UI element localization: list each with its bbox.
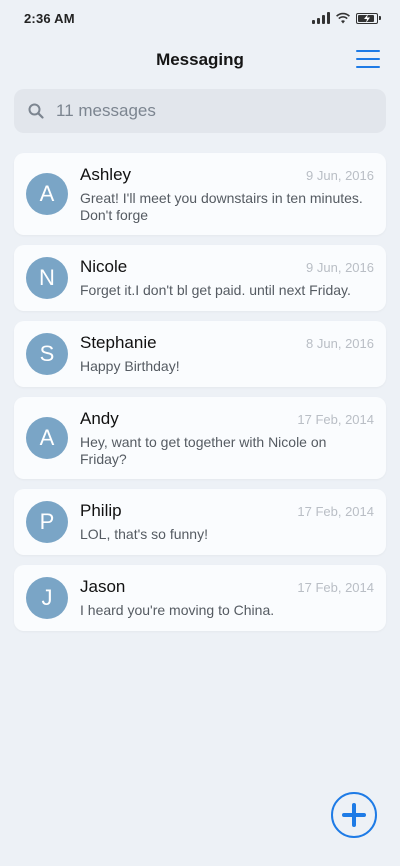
message-preview: LOL, that's so funny! — [80, 526, 208, 542]
message-sender: Philip — [80, 501, 122, 520]
plus-icon — [342, 803, 366, 827]
compose-button[interactable] — [331, 792, 377, 838]
avatar: A — [26, 173, 68, 215]
message-date: 17 Feb, 2014 — [297, 412, 374, 427]
message-date: 8 Jun, 2016 — [306, 336, 374, 351]
status-time: 2:36 AM — [24, 10, 75, 26]
message-item[interactable]: N Nicole 9 Jun, 2016 Forget it.I don't b… — [14, 245, 386, 311]
message-date: 9 Jun, 2016 — [306, 168, 374, 183]
wifi-icon — [336, 12, 350, 24]
avatar: J — [26, 577, 68, 619]
battery-icon — [356, 12, 381, 24]
search-bar[interactable] — [14, 89, 386, 133]
message-item[interactable]: A Andy 17 Feb, 2014 Hey, want to get tog… — [14, 397, 386, 479]
message-sender: Andy — [80, 409, 119, 428]
message-sender: Stephanie — [80, 333, 157, 352]
avatar: P — [26, 501, 68, 543]
message-preview: Great! I'll meet you downstairs in ten m… — [80, 190, 363, 223]
search-input[interactable] — [56, 101, 386, 121]
message-item[interactable]: S Stephanie 8 Jun, 2016 Happy Birthday! — [14, 321, 386, 387]
message-list: A Ashley 9 Jun, 2016 Great! I'll meet yo… — [14, 153, 386, 641]
page-title: Messaging — [156, 50, 244, 69]
message-date: 17 Feb, 2014 — [297, 580, 374, 595]
search-icon — [28, 103, 44, 119]
status-icons — [312, 12, 381, 24]
message-date: 9 Jun, 2016 — [306, 260, 374, 275]
message-date: 17 Feb, 2014 — [297, 504, 374, 519]
avatar: N — [26, 257, 68, 299]
header: Messaging — [0, 42, 400, 78]
message-item[interactable]: J Jason 17 Feb, 2014 I heard you're movi… — [14, 565, 386, 631]
menu-button[interactable] — [356, 50, 380, 68]
status-bar: 2:36 AM — [0, 0, 400, 36]
message-preview: Forget it.I don't bl get paid. until nex… — [80, 282, 351, 298]
message-item[interactable]: P Philip 17 Feb, 2014 LOL, that's so fun… — [14, 489, 386, 555]
message-sender: Jason — [80, 577, 126, 596]
messaging-screen: 2:36 AM Messaging 11 messages A Ashley 9… — [0, 0, 400, 866]
message-sender: Ashley — [80, 165, 132, 184]
avatar: A — [26, 417, 68, 459]
signal-icon — [312, 12, 330, 24]
message-sender: Nicole — [80, 257, 128, 276]
message-item[interactable]: A Ashley 9 Jun, 2016 Great! I'll meet yo… — [14, 153, 386, 235]
message-preview: Hey, want to get together with Nicole on… — [80, 434, 327, 467]
menu-icon — [356, 50, 380, 52]
avatar: S — [26, 333, 68, 375]
message-preview: Happy Birthday! — [80, 358, 180, 374]
message-preview: I heard you're moving to China. — [80, 602, 275, 618]
